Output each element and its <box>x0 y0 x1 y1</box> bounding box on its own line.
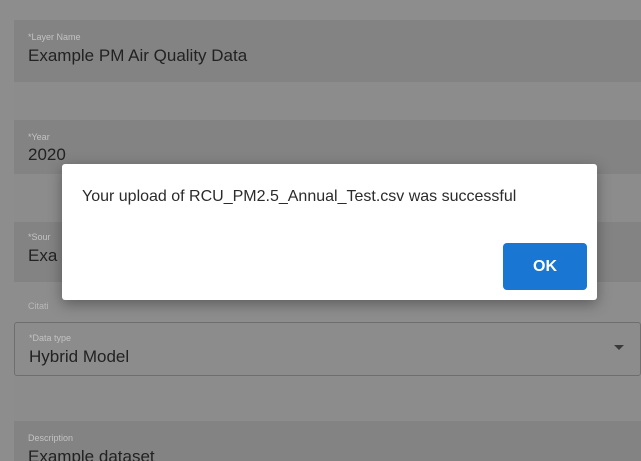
source-value: Exa <box>28 246 58 265</box>
upload-success-dialog: Your upload of RCU_PM2.5_Annual_Test.csv… <box>62 164 597 300</box>
description-value: Example dataset <box>28 447 155 461</box>
layer-name-helper-area <box>14 82 641 120</box>
description-field[interactable]: Description Example dataset <box>14 421 641 461</box>
data-type-label: *Data type <box>29 333 72 343</box>
data-type-value: Hybrid Model <box>29 347 130 366</box>
layer-name-field[interactable]: *Layer Name Example PM Air Quality Data <box>14 20 641 82</box>
layer-name-label: *Layer Name <box>28 32 81 42</box>
dialog-message: Your upload of RCU_PM2.5_Annual_Test.csv… <box>82 188 517 205</box>
layer-name-value: Example PM Air Quality Data <box>28 46 248 65</box>
year-value: 2020 <box>28 145 66 164</box>
source-label: *Sour <box>28 232 51 242</box>
data-type-helper-area <box>14 377 641 421</box>
dropdown-caret-icon[interactable] <box>614 345 624 350</box>
description-label: Description <box>28 433 74 443</box>
ok-button[interactable]: OK <box>503 243 587 290</box>
citation-label: Citati <box>28 301 49 311</box>
data-type-select[interactable]: *Data type Hybrid Model <box>14 322 641 376</box>
year-label: *Year <box>28 132 50 142</box>
